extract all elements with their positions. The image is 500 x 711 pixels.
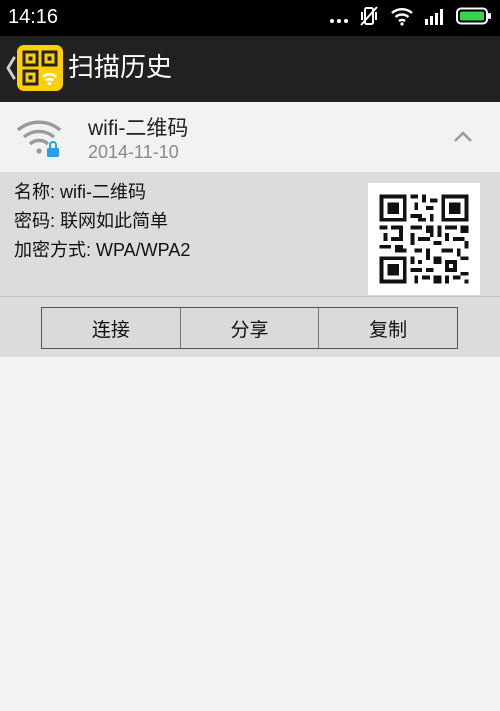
wifi-status-icon <box>390 6 414 30</box>
entry-date: 2014-11-10 <box>88 142 179 162</box>
share-button[interactable]: 分享 <box>179 308 319 348</box>
chevron-up-icon[interactable] <box>450 124 476 150</box>
status-bar: 14:16 <box>0 0 500 36</box>
wifi-lock-icon <box>16 120 62 157</box>
status-icons <box>320 5 492 31</box>
more-dots-icon <box>330 9 348 28</box>
battery-icon <box>456 7 492 29</box>
copy-button[interactable]: 复制 <box>318 308 457 348</box>
status-time: 14:16 <box>8 6 59 28</box>
history-entry-header[interactable]: wifi-二维码 2014-11-10 <box>0 102 500 172</box>
wifi-encryption-text: 加密方式: WPA/WPA2 <box>14 240 191 260</box>
qr-code-image[interactable] <box>368 183 480 295</box>
app-logo-qr-icon[interactable] <box>17 45 63 91</box>
action-button-group: 连接 分享 复制 <box>41 307 458 349</box>
entry-name: wifi-二维码 <box>88 117 189 140</box>
wifi-password-text: 密码: 联网如此简单 <box>14 211 169 231</box>
page-title: 扫描历史 <box>68 53 173 83</box>
app-bar: 扫描历史 <box>0 36 500 102</box>
entry-detail-panel: 名称: wifi-二维码 密码: 联网如此简单 加密方式: WPA/WPA2 <box>0 172 500 296</box>
back-chevron-icon[interactable] <box>4 50 18 86</box>
vibrate-muted-icon <box>358 5 380 31</box>
signal-icon <box>424 7 446 29</box>
wifi-name-text: 名称: wifi-二维码 <box>14 182 146 202</box>
action-bar: 连接 分享 复制 <box>0 296 500 357</box>
connect-button[interactable]: 连接 <box>42 308 180 348</box>
